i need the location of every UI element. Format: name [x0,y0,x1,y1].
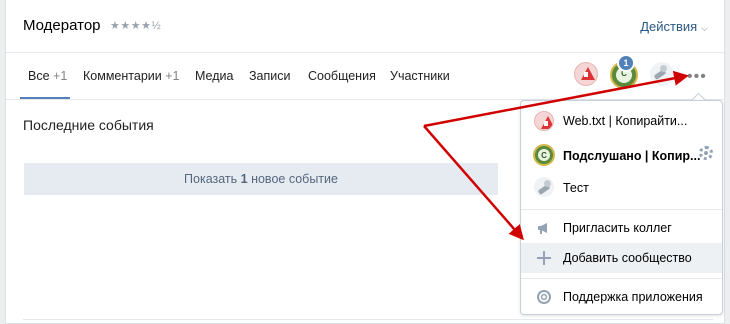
card-header: Модератор ★★★★½ Действия ⌵ [6,0,724,53]
tab-count: +1 [165,69,180,83]
show-new-prefix: Показать [184,172,241,186]
tab-label: Все [28,69,50,83]
menu-divider [521,278,722,279]
tab-label: Комментарии [83,69,162,83]
menu-item-label: Пригласить коллег [563,221,672,235]
tab-all[interactable]: Все +1 [28,69,67,83]
warning-sign-icon[interactable] [574,62,598,86]
tab-messages[interactable]: Сообщения [308,69,376,83]
menu-item-web-txt[interactable]: Web.txt | Копирайти... [521,106,722,136]
menu-item-invite[interactable]: Пригласить коллег [521,213,722,243]
menu-item-label: Поддержка приложения [563,290,703,304]
section-title: Последние события [23,117,154,133]
tab-label: Сообщения [308,69,376,83]
menu-divider [521,209,722,210]
actions-dropdown[interactable]: Действия ⌵ [640,19,708,34]
menu-item-label: Подслушано | Копир... [563,149,701,163]
show-new-count: 1 [240,172,248,186]
menu-item-support[interactable]: Поддержка приложения [521,282,722,312]
rating-stars-icon: ★★★★½ [110,20,162,32]
podslushano-logo-icon [533,144,555,166]
tab-label: Участники [390,69,450,83]
rating-stars: ★★★★½ [110,19,161,32]
menu-item-add-community[interactable]: Добавить сообщество [521,243,722,273]
chevron-down-icon: ⌵ [701,23,708,33]
lifebuoy-icon [537,290,551,304]
active-tab-indicator [20,97,70,99]
communities-menu: Web.txt | Копирайти... Подслушано | Копи… [520,100,723,315]
satellite-dish-icon [534,177,554,197]
menu-item-label: Добавить сообщество [563,251,692,265]
warning-sign-icon [534,111,554,131]
tab-label: Медиа [195,69,234,83]
plus-icon [537,251,551,265]
megaphone-icon [538,223,547,234]
tab-media[interactable]: Медиа [195,69,233,83]
gear-icon[interactable] [699,146,713,160]
tab-members[interactable]: Участники [390,69,450,83]
tab-comments[interactable]: Комментарии +1 [83,69,179,83]
menu-item-test[interactable]: Тест [521,173,722,203]
menu-item-label: Web.txt | Копирайти... [563,114,688,128]
satellite-dish-icon[interactable] [650,62,674,86]
notification-badge: 1 [617,54,635,72]
more-icon[interactable]: ••• [687,69,707,85]
tab-count: +1 [53,69,68,83]
divider [23,319,713,320]
actions-label: Действия [640,19,698,34]
show-new-suffix: новое событие [247,172,338,186]
page-title: Модератор [23,17,101,34]
menu-item-label: Тест [563,181,589,195]
tab-posts[interactable]: Записи [249,69,291,83]
show-new-events-button[interactable]: Показать 1 новое событие [24,163,498,195]
tab-label: Записи [249,69,291,83]
menu-item-podslushano[interactable]: Подслушано | Копир... [521,141,722,171]
